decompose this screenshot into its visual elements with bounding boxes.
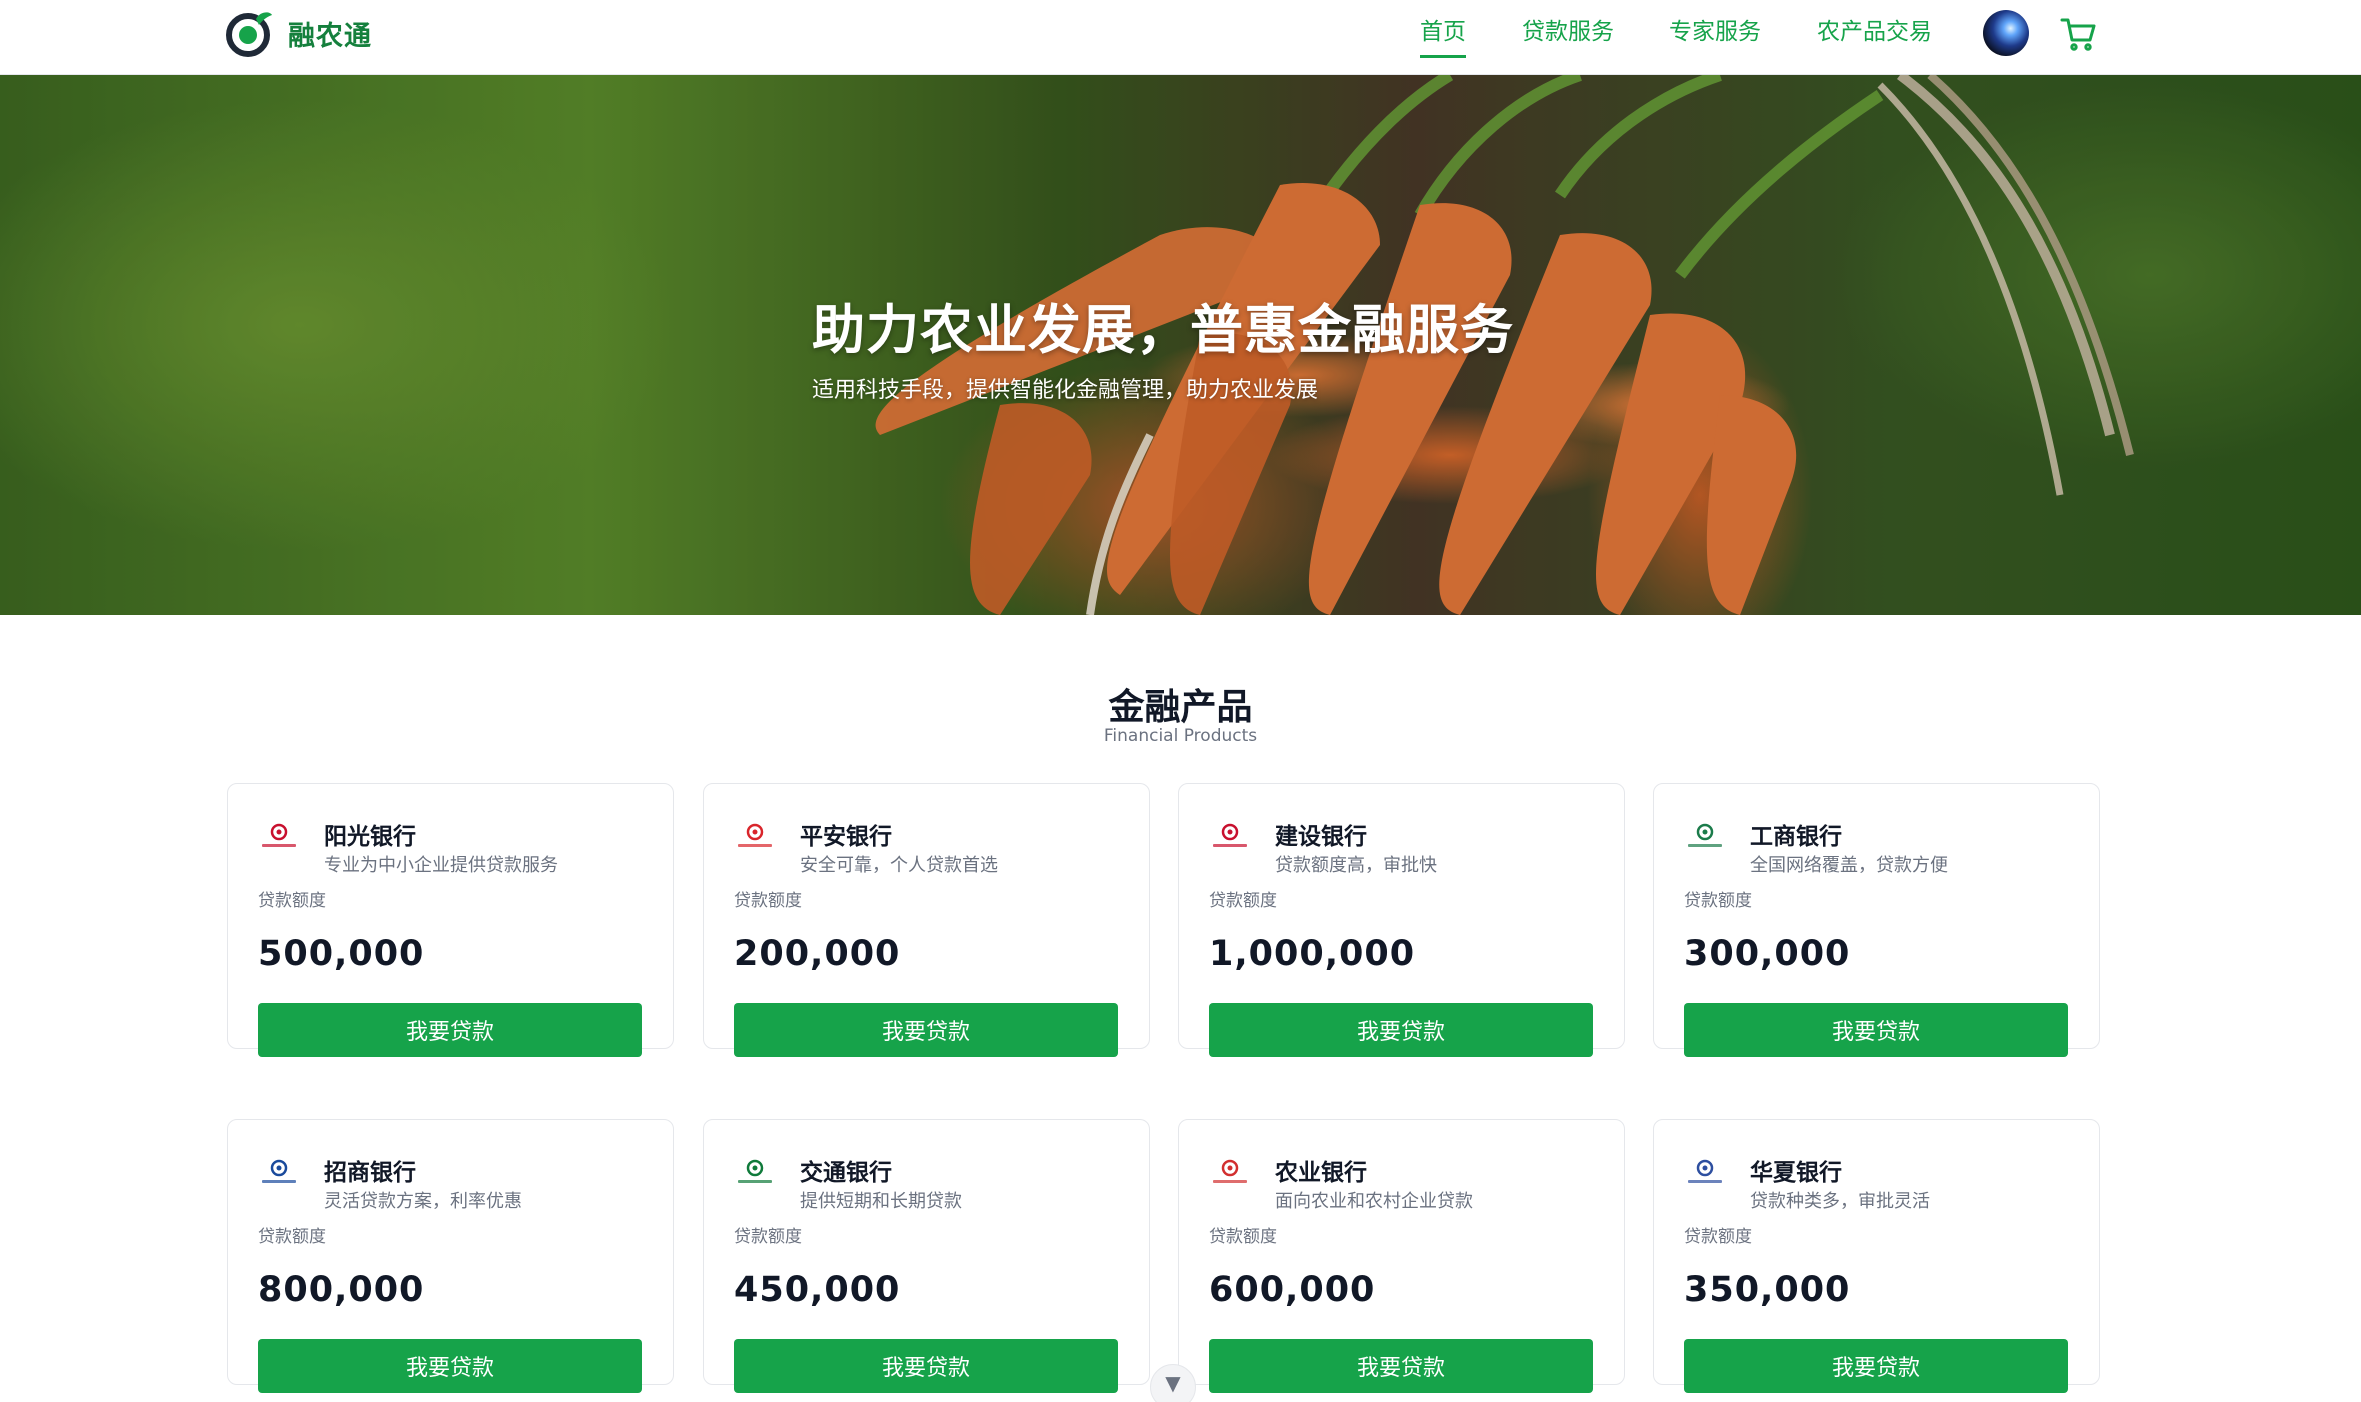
nav-home[interactable]: 首页: [1420, 16, 1466, 58]
bank-description: 专业为中小企业提供贷款服务: [324, 855, 558, 876]
nav-agri-trade[interactable]: 农产品交易: [1817, 16, 1932, 58]
bank-name: 平安银行: [800, 824, 892, 850]
apply-loan-button[interactable]: 我要贷款: [258, 1003, 642, 1057]
amount-label: 贷款额度: [1209, 891, 1277, 911]
bank-logo-icon: [1688, 1159, 1722, 1183]
section-title: 金融产品: [1108, 687, 1253, 728]
bank-logo-icon: [262, 1159, 296, 1183]
bank-description: 灵活贷款方案，利率优惠: [324, 1191, 522, 1212]
product-card: 建设银行贷款额度高，审批快贷款额度 1,000,000 我要贷款: [1178, 783, 1625, 1057]
user-avatar[interactable]: [1983, 10, 2029, 56]
loan-amount: 800,000: [258, 1270, 425, 1310]
bank-logo-icon: [262, 823, 296, 847]
product-card: 华夏银行贷款种类多，审批灵活贷款额度 350,000 我要贷款: [1653, 1119, 2100, 1393]
loan-amount: 300,000: [1684, 934, 1851, 974]
section-subtitle: Financial Products: [1103, 726, 1258, 746]
bank-name: 阳光银行: [324, 824, 416, 850]
apply-loan-button[interactable]: 我要贷款: [258, 1339, 642, 1393]
bank-name: 农业银行: [1275, 1160, 1367, 1186]
bank-description: 全国网络覆盖，贷款方便: [1750, 855, 1948, 876]
product-card: 平安银行安全可靠，个人贷款首选贷款额度 200,000 我要贷款: [703, 783, 1150, 1057]
loan-amount: 500,000: [258, 934, 425, 974]
bank-name: 交通银行: [800, 1160, 892, 1186]
bank-logo-icon: [1213, 1159, 1247, 1183]
logo-icon: [226, 12, 272, 57]
bank-description: 贷款额度高，审批快: [1275, 855, 1437, 876]
amount-label: 贷款额度: [258, 1227, 326, 1247]
scroll-down-button[interactable]: ▼: [1150, 1364, 1196, 1402]
amount-label: 贷款额度: [734, 891, 802, 911]
bank-logo-icon: [1688, 823, 1722, 847]
bank-description: 面向农业和农村企业贷款: [1275, 1191, 1473, 1212]
product-card: 交通银行提供短期和长期贷款贷款额度 450,000 我要贷款: [703, 1119, 1150, 1393]
bank-name: 招商银行: [324, 1160, 416, 1186]
loan-amount: 350,000: [1684, 1270, 1851, 1310]
bank-name: 建设银行: [1275, 824, 1367, 850]
bank-name: 华夏银行: [1750, 1160, 1842, 1186]
apply-loan-button[interactable]: 我要贷款: [1684, 1003, 2068, 1057]
product-card: 农业银行面向农业和农村企业贷款贷款额度 600,000 我要贷款: [1178, 1119, 1625, 1393]
product-card: 工商银行全国网络覆盖，贷款方便贷款额度 300,000 我要贷款: [1653, 783, 2100, 1057]
bank-description: 提供短期和长期贷款: [800, 1191, 962, 1212]
bank-logo-icon: [738, 823, 772, 847]
product-card: 招商银行灵活贷款方案，利率优惠贷款额度 800,000 我要贷款: [227, 1119, 674, 1393]
hero-subtitle: 适用科技手段，提供智能化金融管理，助力农业发展: [812, 378, 1319, 403]
apply-loan-button[interactable]: 我要贷款: [734, 1003, 1118, 1057]
amount-label: 贷款额度: [1684, 1227, 1752, 1247]
amount-label: 贷款额度: [734, 1227, 802, 1247]
top-navbar: 融农通 首页 贷款服务 专家服务 农产品交易: [0, 0, 2361, 75]
hero-title: 助力农业发展，普惠金融服务: [812, 300, 1514, 361]
bank-description: 贷款种类多，审批灵活: [1750, 1191, 1930, 1212]
loan-amount: 200,000: [734, 934, 901, 974]
cart-icon[interactable]: [2060, 16, 2096, 52]
brand-logo[interactable]: 融农通: [226, 8, 372, 58]
loan-amount: 600,000: [1209, 1270, 1376, 1310]
apply-loan-button[interactable]: 我要贷款: [1209, 1339, 1593, 1393]
amount-label: 贷款额度: [1684, 891, 1752, 911]
apply-loan-button[interactable]: 我要贷款: [734, 1339, 1118, 1393]
amount-label: 贷款额度: [1209, 1227, 1277, 1247]
amount-label: 贷款额度: [258, 891, 326, 911]
bank-logo-icon: [1213, 823, 1247, 847]
bank-description: 安全可靠，个人贷款首选: [800, 855, 998, 876]
loan-amount: 1,000,000: [1209, 934, 1416, 974]
brand-name: 融农通: [288, 20, 372, 52]
bank-name: 工商银行: [1750, 824, 1842, 850]
nav-expert-services[interactable]: 专家服务: [1669, 16, 1761, 58]
apply-loan-button[interactable]: 我要贷款: [1684, 1339, 2068, 1393]
product-card: 阳光银行专业为中小企业提供贷款服务贷款额度 500,000 我要贷款: [227, 783, 674, 1057]
loan-amount: 450,000: [734, 1270, 901, 1310]
hero-banner: 助力农业发展，普惠金融服务 适用科技手段，提供智能化金融管理，助力农业发展: [0, 75, 2361, 615]
apply-loan-button[interactable]: 我要贷款: [1209, 1003, 1593, 1057]
nav-loan-services[interactable]: 贷款服务: [1522, 16, 1614, 58]
bank-logo-icon: [738, 1159, 772, 1183]
chevron-down-icon: ▼: [1165, 1371, 1181, 1395]
